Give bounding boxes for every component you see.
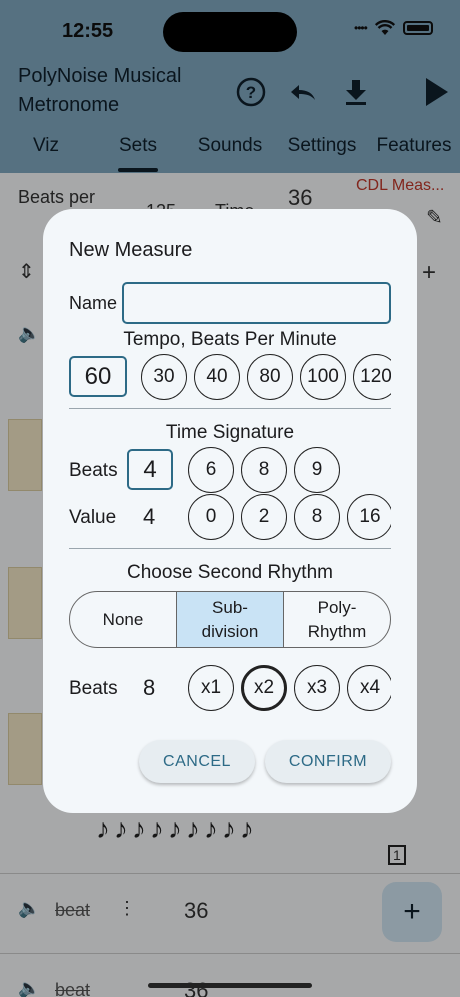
tempo-option[interactable]: 100 — [300, 354, 346, 400]
beats-value-field[interactable]: 4 — [127, 449, 173, 490]
tempo-option[interactable]: 80 — [247, 354, 293, 400]
multiplier-option[interactable]: x3 — [294, 665, 340, 711]
tempo-title: Tempo, Beats Per Minute — [123, 329, 337, 350]
multiplier-option[interactable]: x1 — [188, 665, 234, 711]
dialog-title: New Measure — [69, 239, 193, 261]
tempo-option[interactable]: 120 — [353, 354, 391, 400]
multiplier-beats-value: 8 — [143, 675, 156, 700]
beats-option[interactable]: 8 — [241, 447, 287, 493]
confirm-button[interactable]: CONFIRM — [265, 740, 391, 783]
beats-option[interactable]: 6 — [188, 447, 234, 493]
value-value: 4 — [143, 504, 156, 529]
multiplier-option[interactable]: x4 — [347, 665, 391, 711]
divider — [69, 408, 391, 409]
new-measure-dialog: New Measure Name Tempo, Beats Per Minute… — [43, 209, 417, 813]
second-rhythm-selector: None Sub- division Poly- Rhythm — [69, 591, 391, 648]
value-option[interactable]: 8 — [294, 494, 340, 540]
beats-label: Beats — [69, 460, 118, 481]
value-label: Value — [69, 507, 117, 528]
value-options: 0 2 8 16 — [188, 491, 391, 543]
multiplier-beats-label: Beats — [69, 678, 118, 699]
multiplier-option-selected[interactable]: x2 — [241, 665, 287, 711]
name-label: Name — [69, 293, 118, 313]
value-option[interactable]: 2 — [241, 494, 287, 540]
tempo-option[interactable]: 40 — [194, 354, 240, 400]
rhythm-option-none[interactable]: None — [70, 592, 177, 647]
tempo-value-field[interactable]: 60 — [69, 356, 127, 397]
divider — [69, 548, 391, 549]
value-option[interactable]: 0 — [188, 494, 234, 540]
tempo-option[interactable]: 30 — [141, 354, 187, 400]
second-rhythm-title: Choose Second Rhythm — [127, 562, 333, 583]
rhythm-option-label: Poly- Rhythm — [307, 597, 367, 641]
beats-option[interactable]: 9 — [294, 447, 340, 493]
rhythm-option-label: None — [102, 609, 144, 629]
name-input[interactable] — [122, 282, 391, 324]
time-signature-title: Time Signature — [165, 422, 295, 443]
cancel-button[interactable]: CANCEL — [139, 740, 255, 783]
rhythm-option-subdivision[interactable]: Sub- division — [177, 592, 284, 647]
value-option[interactable]: 16 — [347, 494, 391, 540]
multiplier-options: x1 x2 x3 x4 — [188, 662, 391, 714]
rhythm-option-polyrhythm[interactable]: Poly- Rhythm — [284, 592, 390, 647]
tempo-options: 30 40 80 100 120 — [139, 351, 391, 403]
home-indicator — [148, 983, 312, 988]
rhythm-option-label: Sub- division — [201, 597, 259, 641]
